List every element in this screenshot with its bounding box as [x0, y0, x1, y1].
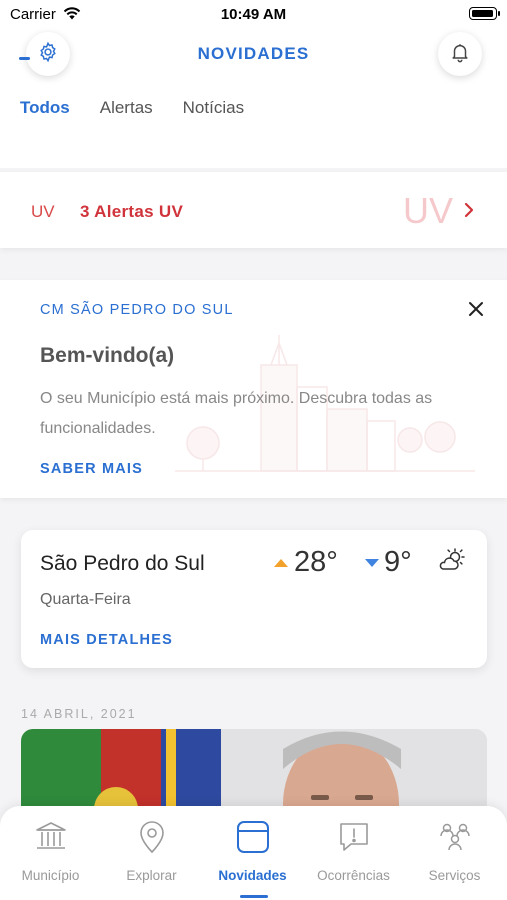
weather-card[interactable]: São Pedro do Sul Quarta-Feira 28° 9° MAI… [21, 530, 487, 668]
building-icon [0, 820, 101, 852]
uv-alert-count: 3 Alertas UV [80, 202, 184, 221]
battery-icon [469, 7, 500, 20]
nav-label: Município [21, 868, 80, 883]
nav-label: Novidades [218, 868, 287, 883]
services-icon [404, 820, 505, 854]
arrow-up-icon [274, 559, 288, 567]
nav-label: Explorar [126, 868, 177, 883]
nav-item-servicos[interactable]: Serviços [404, 806, 505, 900]
organization-label: CM SÃO PEDRO DO SUL [40, 302, 234, 318]
uv-watermark: UV [403, 190, 454, 231]
alert-message-icon [303, 820, 404, 854]
tab-noticias[interactable]: Notícias [183, 98, 244, 118]
welcome-title: Bem-vindo(a) [40, 344, 175, 367]
nav-item-novidades[interactable]: Novidades [202, 806, 303, 900]
arrow-down-icon [365, 559, 379, 567]
partly-cloudy-icon [438, 548, 466, 577]
nav-item-explorar[interactable]: Explorar [101, 806, 202, 900]
nav-item-municipio[interactable]: Município [0, 806, 101, 900]
tab-indicator [19, 57, 30, 60]
bottom-navigation: Município Explorar Novidades Ocorrências… [0, 806, 507, 900]
news-icon [202, 820, 303, 854]
tab-alertas[interactable]: Alertas [100, 98, 153, 118]
status-bar: Carrier 10:49 AM [0, 0, 507, 28]
news-date: 14 ABRIL, 2021 [21, 707, 137, 721]
temperature-high: 28° [294, 546, 338, 578]
close-icon[interactable] [465, 298, 487, 320]
learn-more-link[interactable]: SABER MAIS [40, 461, 143, 477]
map-pin-icon [101, 820, 202, 854]
weather-day: Quarta-Feira [40, 591, 131, 608]
nav-item-ocorrencias[interactable]: Ocorrências [303, 806, 404, 900]
header: NOVIDADES Todos Alertas Notícias [0, 28, 507, 168]
more-details-link[interactable]: MAIS DETALHES [40, 632, 173, 648]
uv-label: UV [31, 202, 55, 221]
bell-icon [449, 41, 471, 68]
weather-city: São Pedro do Sul [40, 552, 205, 575]
nav-active-indicator [240, 895, 268, 898]
page-title: NOVIDADES [197, 44, 310, 63]
welcome-card: CM SÃO PEDRO DO SUL Bem-vindo(a) O seu M… [0, 280, 507, 498]
uv-alert-card[interactable]: UV 3 Alertas UV UV [0, 172, 507, 248]
clock: 10:49 AM [220, 6, 287, 23]
tab-todos[interactable]: Todos [20, 98, 70, 118]
notifications-button[interactable] [438, 32, 482, 76]
nav-label: Serviços [428, 868, 481, 883]
chevron-right-icon [464, 202, 474, 223]
welcome-description: O seu Município está mais próximo. Descu… [40, 390, 433, 437]
nav-label: Ocorrências [317, 868, 390, 883]
tab-bar: Todos Alertas Notícias [20, 98, 274, 118]
temperature-low: 9° [384, 546, 412, 578]
